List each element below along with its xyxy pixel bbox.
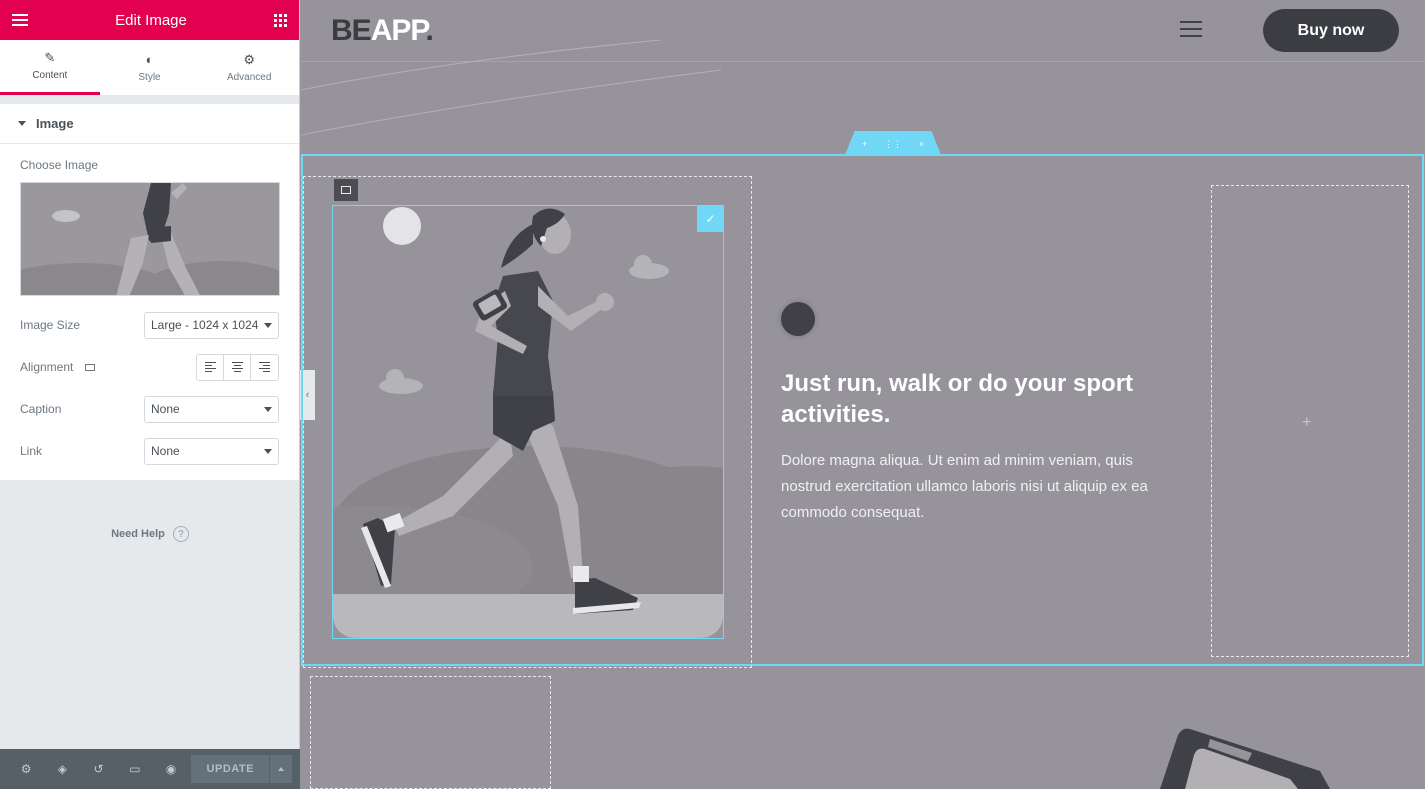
alignment-label-wrap: Alignment xyxy=(20,360,95,374)
tab-style-label: Style xyxy=(138,71,161,83)
column-handle[interactable] xyxy=(334,179,358,201)
image-preview[interactable] xyxy=(20,182,280,296)
section-handle[interactable]: + ⋮⋮ × xyxy=(845,131,941,155)
contrast-icon: ◐ xyxy=(145,51,154,67)
image-size-control: Image Size Large - 1024 x 1024 xyxy=(0,304,299,346)
site-menu-icon[interactable] xyxy=(1180,21,1202,37)
need-help-link[interactable]: Need Help ? xyxy=(0,526,300,542)
editor-section[interactable]: ✓ Just run, walk or do your sport activi… xyxy=(301,154,1424,668)
decorative-lines xyxy=(301,40,721,136)
logo-dot: . xyxy=(425,14,434,47)
align-left-button[interactable] xyxy=(197,354,224,380)
gear-icon: ⚙ xyxy=(243,51,255,67)
panel-footer: ⚙ ◈ ↺ ▭ ◉ UPDATE xyxy=(0,749,300,789)
section-heading: Just run, walk or do your sport activiti… xyxy=(781,370,1134,428)
responsive-desktop-icon[interactable]: ▭ xyxy=(117,749,153,789)
link-label: Link xyxy=(20,444,43,458)
menu-icon[interactable] xyxy=(12,14,28,26)
edit-widget-icon[interactable]: ✓ xyxy=(697,205,724,232)
caption-select[interactable]: None xyxy=(144,395,279,423)
add-widget-plus-icon[interactable]: + xyxy=(1302,414,1311,432)
panel-header: Edit Image xyxy=(0,0,299,40)
lower-empty-column[interactable] xyxy=(310,676,551,789)
delete-section-icon[interactable]: × xyxy=(919,139,924,149)
chevron-down-icon xyxy=(264,406,272,412)
align-right-button[interactable] xyxy=(251,355,278,380)
image-section-toggle[interactable]: Image xyxy=(0,104,299,144)
chevron-down-icon xyxy=(264,322,272,328)
image-size-select[interactable]: Large - 1024 x 1024 xyxy=(144,311,279,339)
alignment-control: Alignment xyxy=(0,346,299,388)
image-column[interactable]: ✓ xyxy=(303,176,752,668)
history-icon[interactable]: ↺ xyxy=(80,749,116,789)
runner-illustration xyxy=(333,206,723,638)
caret-down-icon xyxy=(18,121,26,126)
site-logo[interactable]: BEAPP. xyxy=(331,14,434,48)
help-icon: ? xyxy=(172,526,189,542)
phone-illustration xyxy=(1160,728,1330,789)
logo-app: APP xyxy=(370,14,427,47)
section-body-text: Dolore magna aliqua. Ut enim ad minim ve… xyxy=(781,452,1148,521)
update-options-button[interactable] xyxy=(270,755,292,783)
settings-gear-icon[interactable]: ⚙ xyxy=(8,749,44,789)
need-help-label: Need Help xyxy=(111,528,165,540)
caption-value: None xyxy=(151,402,180,416)
image-size-label: Image Size xyxy=(20,318,81,332)
panel-body: Image Choose Image Image Size Large - 10… xyxy=(0,104,299,480)
panel-tabs: ✎ Content ◐ Style ⚙ Advanced xyxy=(0,40,299,96)
logo-be: BE xyxy=(331,14,372,47)
decorative-dot xyxy=(781,302,815,336)
update-button[interactable]: UPDATE xyxy=(191,755,270,783)
alignment-choices xyxy=(196,353,279,381)
pencil-icon: ✎ xyxy=(44,50,56,65)
tab-content[interactable]: ✎ Content xyxy=(0,40,100,95)
column-icon xyxy=(341,186,351,194)
preview-eye-icon[interactable]: ◉ xyxy=(153,749,189,789)
chevron-down-icon xyxy=(264,448,272,454)
link-select[interactable]: None xyxy=(144,437,279,465)
tab-advanced[interactable]: ⚙ Advanced xyxy=(199,40,299,95)
section-title: Image xyxy=(36,116,74,131)
caption-label: Caption xyxy=(20,402,62,416)
align-center-button[interactable] xyxy=(224,354,251,380)
widgets-grid-icon[interactable] xyxy=(274,13,287,27)
drag-section-icon[interactable]: ⋮⋮ xyxy=(884,139,902,150)
site-header: BEAPP. Buy now xyxy=(301,0,1425,136)
caption-control: Caption None xyxy=(0,388,299,430)
chevron-up-icon xyxy=(278,767,285,771)
image-widget[interactable]: ✓ xyxy=(332,205,724,639)
link-control: Link None xyxy=(0,430,299,480)
add-section-icon[interactable]: + xyxy=(862,139,867,149)
tab-content-label: Content xyxy=(32,70,68,81)
alignment-label: Alignment xyxy=(20,360,74,374)
editor-panel: Edit Image ✎ Content ◐ Style ⚙ Advanced … xyxy=(0,0,300,789)
link-value: None xyxy=(151,444,180,458)
empty-column[interactable]: + xyxy=(1211,185,1409,657)
image-size-value: Large - 1024 x 1024 xyxy=(151,318,259,332)
buy-now-button[interactable]: Buy now xyxy=(1263,9,1399,52)
choose-image-label: Choose Image xyxy=(20,158,99,172)
tab-advanced-label: Advanced xyxy=(226,71,272,83)
panel-title: Edit Image xyxy=(115,11,187,29)
desktop-icon[interactable] xyxy=(84,364,95,372)
tab-style[interactable]: ◐ Style xyxy=(100,40,200,95)
layers-icon[interactable]: ◈ xyxy=(44,749,80,789)
